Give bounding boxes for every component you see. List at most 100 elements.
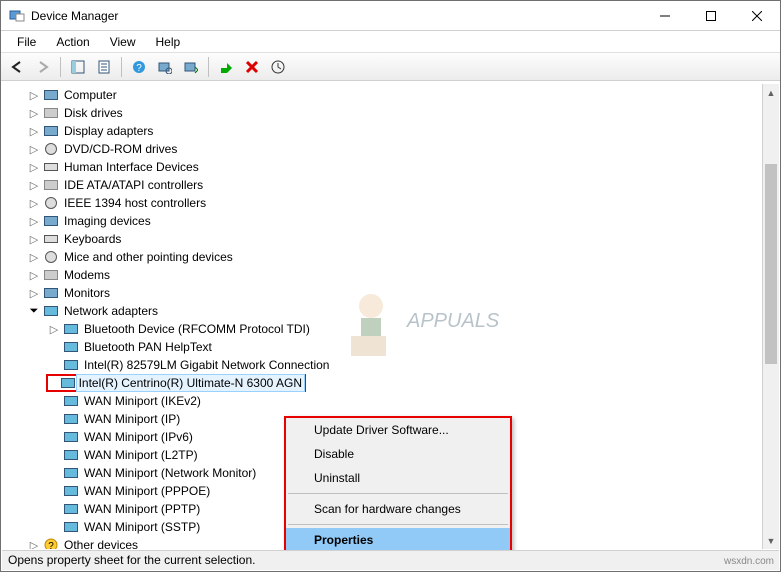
- tree-label: Disk drives: [62, 105, 125, 121]
- network-icon: [42, 303, 60, 319]
- network-icon: [62, 465, 80, 481]
- tree-node-mice[interactable]: ▷Mice and other pointing devices: [6, 248, 761, 266]
- dvd-icon: [42, 141, 60, 157]
- help-button[interactable]: ?: [127, 55, 151, 79]
- chevron-down-icon: ⏷: [26, 303, 42, 319]
- close-button[interactable]: [734, 1, 780, 30]
- tree-label: WAN Miniport (L2TP): [82, 447, 200, 463]
- tree-node-keyboards[interactable]: ▷Keyboards: [6, 230, 761, 248]
- monitor-icon: [42, 285, 60, 301]
- ctx-scan[interactable]: Scan for hardware changes: [286, 497, 510, 521]
- tree-label: Computer: [62, 87, 119, 103]
- scan-button-icon[interactable]: [153, 55, 177, 79]
- blank: [46, 501, 62, 517]
- ctx-disable[interactable]: Disable: [286, 442, 510, 466]
- blank: [46, 411, 62, 427]
- chevron-right-icon: ▷: [26, 285, 42, 301]
- update-driver-button[interactable]: [179, 55, 203, 79]
- chevron-right-icon: ▷: [26, 123, 42, 139]
- network-icon: [62, 483, 80, 499]
- tree-label: Monitors: [62, 285, 112, 301]
- chevron-right-icon: ▷: [26, 267, 42, 283]
- minimize-button[interactable]: [642, 1, 688, 30]
- chevron-right-icon: ▷: [26, 141, 42, 157]
- tree-label: Modems: [62, 267, 112, 283]
- blank: [46, 429, 62, 445]
- network-icon: [61, 375, 75, 391]
- tree-node-computer[interactable]: ▷ Computer: [6, 86, 761, 104]
- tree-node-bt-rfcomm[interactable]: ▷ Bluetooth Device (RFCOMM Protocol TDI): [6, 320, 761, 338]
- enable-button[interactable]: [214, 55, 238, 79]
- tree-node-intel-gigabit[interactable]: Intel(R) 82579LM Gigabit Network Connect…: [6, 356, 761, 374]
- tree-node-ieee[interactable]: ▷IEEE 1394 host controllers: [6, 194, 761, 212]
- menu-view[interactable]: View: [100, 33, 146, 51]
- network-icon: [62, 429, 80, 445]
- window-controls: [642, 1, 780, 30]
- back-button[interactable]: [5, 55, 29, 79]
- tree-node-network-adapters[interactable]: ⏷ Network adapters: [6, 302, 761, 320]
- tree-node-monitors[interactable]: ▷ Monitors: [6, 284, 761, 302]
- chevron-right-icon: ▷: [26, 213, 42, 229]
- tree-label: Bluetooth PAN HelpText: [82, 339, 214, 355]
- scan-hardware-button[interactable]: [266, 55, 290, 79]
- device-manager-window: Device Manager File Action View Help ? A…: [0, 0, 781, 572]
- tree-label-selected: Intel(R) Centrino(R) Ultimate-N 6300 AGN: [77, 375, 304, 391]
- network-icon: [62, 447, 80, 463]
- scroll-up-icon[interactable]: ▲: [763, 84, 779, 101]
- tree-label: Human Interface Devices: [62, 159, 201, 175]
- tree-node-display-adapters[interactable]: ▷ Display adapters: [6, 122, 761, 140]
- menu-help[interactable]: Help: [146, 33, 191, 51]
- tree-node-modems[interactable]: ▷ Modems: [6, 266, 761, 284]
- tree-label: Display adapters: [62, 123, 155, 139]
- tree-node-wan-ikev2[interactable]: WAN Miniport (IKEv2): [6, 392, 761, 410]
- network-icon: [62, 393, 80, 409]
- chevron-right-icon: ▷: [26, 87, 42, 103]
- modem-icon: [42, 267, 60, 283]
- scroll-thumb[interactable]: [765, 164, 777, 364]
- uninstall-button[interactable]: [240, 55, 264, 79]
- ctx-update-driver[interactable]: Update Driver Software...: [286, 418, 510, 442]
- vertical-scrollbar[interactable]: ▲ ▼: [762, 84, 779, 549]
- ctx-separator: [288, 524, 508, 525]
- computer-icon: [42, 87, 60, 103]
- chevron-right-icon: ▷: [26, 159, 42, 175]
- network-icon: [62, 339, 80, 355]
- tree-label: Imaging devices: [62, 213, 153, 229]
- menu-file[interactable]: File: [7, 33, 46, 51]
- display-icon: [42, 123, 60, 139]
- tree-label: WAN Miniport (PPTP): [82, 501, 202, 517]
- forward-button[interactable]: [31, 55, 55, 79]
- blank: [46, 447, 62, 463]
- tree-label: IDE ATA/ATAPI controllers: [62, 177, 205, 193]
- tree-node-bt-pan[interactable]: Bluetooth PAN HelpText: [6, 338, 761, 356]
- show-hide-tree-button[interactable]: [66, 55, 90, 79]
- tree-label: Bluetooth Device (RFCOMM Protocol TDI): [82, 321, 312, 337]
- tree-node-disk-drives[interactable]: ▷ Disk drives: [6, 104, 761, 122]
- ctx-properties[interactable]: Properties: [286, 528, 510, 552]
- tree-node-centrino-selected[interactable]: Intel(R) Centrino(R) Ultimate-N 6300 AGN: [46, 374, 306, 392]
- chevron-right-icon: ▷: [46, 321, 62, 337]
- titlebar: Device Manager: [1, 1, 780, 31]
- tree-label: WAN Miniport (IPv6): [82, 429, 195, 445]
- ctx-uninstall[interactable]: Uninstall: [286, 466, 510, 490]
- imaging-icon: [42, 213, 60, 229]
- properties-button[interactable]: [92, 55, 116, 79]
- tree-node-dvd[interactable]: ▷DVD/CD-ROM drives: [6, 140, 761, 158]
- network-icon: [62, 321, 80, 337]
- tree-label: Mice and other pointing devices: [62, 249, 235, 265]
- tree-node-ide[interactable]: ▷IDE ATA/ATAPI controllers: [6, 176, 761, 194]
- tree-label: Intel(R) 82579LM Gigabit Network Connect…: [82, 357, 331, 373]
- svg-text:?: ?: [136, 63, 142, 74]
- blank: [46, 357, 62, 373]
- svg-text:?: ?: [48, 541, 54, 549]
- tree-node-imaging[interactable]: ▷ Imaging devices: [6, 212, 761, 230]
- disk-icon: [42, 105, 60, 121]
- toolbar-separator: [121, 57, 122, 77]
- tree-node-hid[interactable]: ▷ Human Interface Devices: [6, 158, 761, 176]
- tree-label: Network adapters: [62, 303, 160, 319]
- toolbar: ?: [1, 53, 780, 81]
- menu-action[interactable]: Action: [46, 33, 99, 51]
- chevron-right-icon: ▷: [26, 105, 42, 121]
- scroll-down-icon[interactable]: ▼: [763, 532, 779, 549]
- maximize-button[interactable]: [688, 1, 734, 30]
